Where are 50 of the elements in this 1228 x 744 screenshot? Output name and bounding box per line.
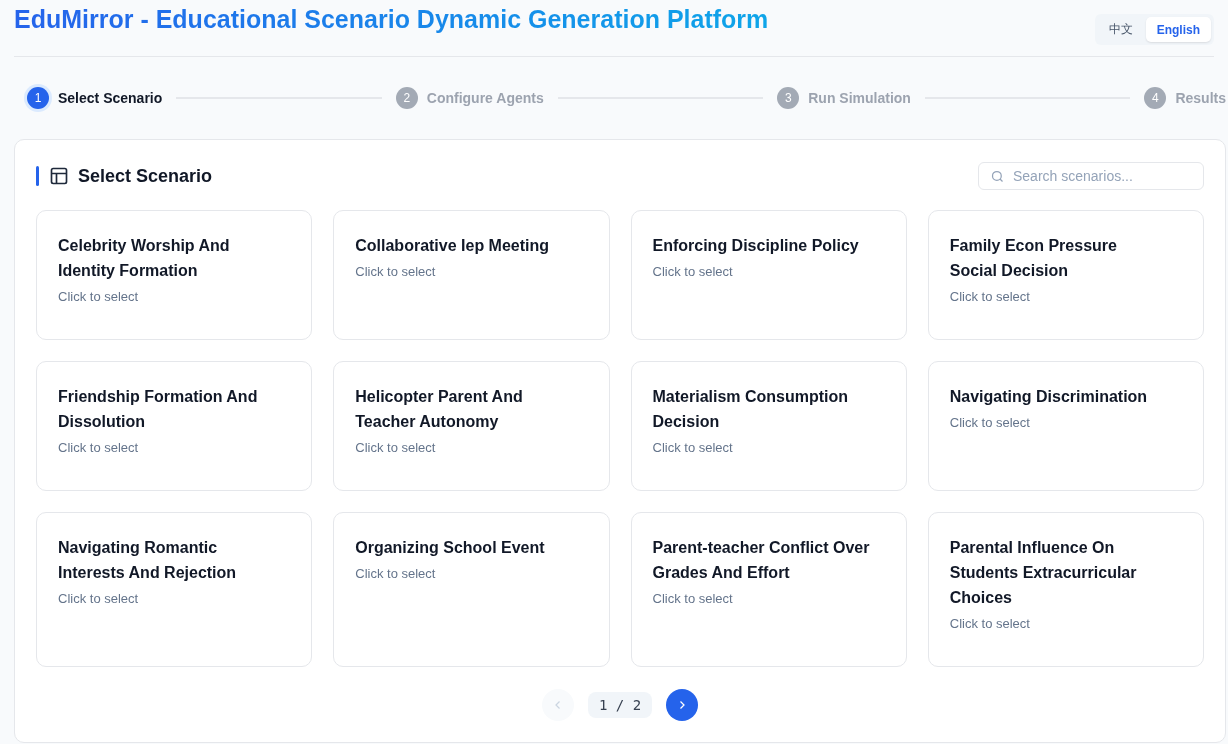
next-page-button[interactable]: [666, 689, 699, 721]
scenario-card[interactable]: Enforcing Discipline Policy Click to select: [630, 210, 907, 340]
scenario-card[interactable]: Helicopter Parent And Teacher Autonomy Click to select: [333, 361, 610, 491]
scenario-card[interactable]: Parent-teacher Conflict Over Grades And Effort Click to select: [630, 512, 907, 667]
scenario-title: Materialism Consumption Decision: [652, 387, 850, 432]
scenario-title: Parental Influence On Students Extracurricular Choices: [949, 538, 1138, 608]
scenario-title: Organizing School Event: [355, 538, 546, 558]
step-number: 1: [27, 87, 49, 109]
scenario-card[interactable]: Navigating Romantic Interests And Rejection Click to select: [36, 512, 313, 667]
scenario-hint: Click to select: [949, 289, 1031, 304]
scenario-hint: Click to select: [652, 591, 734, 606]
accent-bar: [36, 166, 39, 186]
scenario-card[interactable]: Organizing School Event Click to select: [333, 512, 610, 667]
scenario-title: Navigating Romantic Interests And Rejection: [58, 538, 238, 583]
scenario-title: Parent-teacher Conflict Over Grades And Effort: [652, 538, 870, 583]
step-number: 4: [1144, 87, 1167, 109]
scenario-card[interactable]: Parental Influence On Students Extracurricular Choices Click to select: [927, 512, 1204, 667]
scenario-hint: Click to select: [58, 591, 140, 606]
search-icon: [990, 169, 1005, 184]
panel-title: Select Scenario: [78, 165, 214, 187]
scenario-card[interactable]: Collaborative Iep Meeting Click to select: [333, 210, 610, 340]
step-number: 2: [395, 87, 418, 109]
scenario-hint: Click to select: [355, 440, 437, 455]
scenario-hint: Click to select: [949, 415, 1031, 430]
step-label[interactable]: Select Scenario: [58, 90, 163, 106]
scenario-title: Navigating Discrimination: [949, 387, 1149, 407]
scenario-hint: Click to select: [949, 616, 1031, 631]
scenario-card[interactable]: Family Econ Pressure Social Decision Click to select: [927, 210, 1204, 340]
scenario-hint: Click to select: [355, 264, 437, 279]
step-number: 3: [777, 87, 800, 109]
scenario-card[interactable]: Navigating Discrimination Click to select: [927, 361, 1204, 491]
layout-icon: [49, 166, 69, 186]
scenario-card[interactable]: Celebrity Worship And Identity Formation Click to select: [36, 210, 313, 340]
scenario-title: Helicopter Parent And Teacher Autonomy: [355, 387, 524, 432]
page-indicator: 1 / 2: [587, 692, 653, 718]
scenario-title: Celebrity Worship And Identity Formation: [58, 236, 231, 281]
scenario-title: Enforcing Discipline Policy: [652, 236, 860, 256]
language-button[interactable]: English: [1145, 17, 1211, 42]
scenario-hint: Click to select: [652, 440, 734, 455]
scenario-hint: Click to select: [58, 440, 140, 455]
search-field[interactable]: Search scenarios...: [978, 162, 1204, 190]
scenario-hint: Click to select: [652, 264, 734, 279]
scenario-title: Family Econ Pressure Social Decision: [949, 236, 1118, 281]
scenario-card[interactable]: Materialism Consumption Decision Click to select: [630, 361, 907, 491]
scenario-card[interactable]: Friendship Formation And Dissolution Click to select: [36, 361, 313, 491]
language-button[interactable]: 中文: [1097, 17, 1144, 42]
scenario-hint: Click to select: [355, 566, 437, 581]
scenario-title: Friendship Formation And Dissolution: [58, 387, 259, 432]
scenario-hint: Click to select: [58, 289, 140, 304]
scenario-title: Collaborative Iep Meeting: [355, 236, 551, 256]
